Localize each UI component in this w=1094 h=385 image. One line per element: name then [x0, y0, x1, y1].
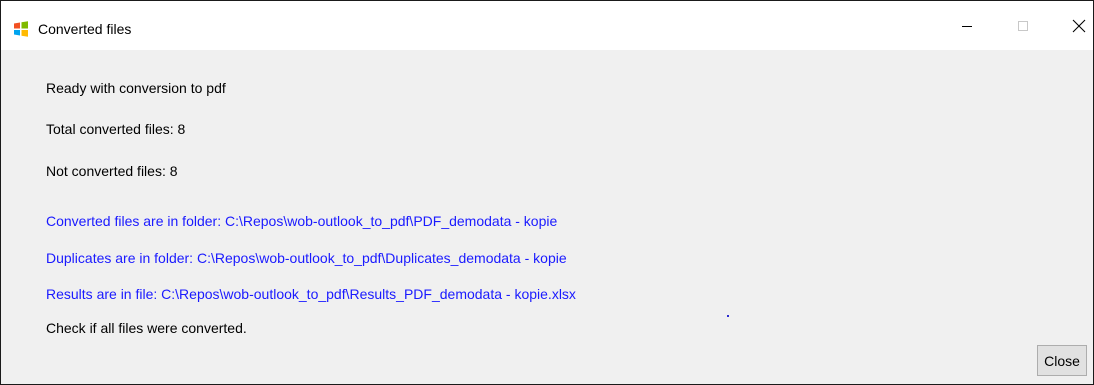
close-window-button[interactable] [1056, 1, 1093, 50]
windows-logo-icon [14, 21, 28, 37]
window-title: Converted files [38, 21, 132, 37]
close-icon [1072, 19, 1086, 32]
results-file-link[interactable]: Results are in file: C:\Repos\wob-outloo… [46, 285, 576, 303]
total-converted-count: Total converted files: 8 [46, 121, 186, 137]
stray-dot [727, 315, 729, 317]
close-button[interactable]: Close [1037, 345, 1087, 376]
status-message: Ready with conversion to pdf [46, 80, 226, 96]
check-message: Check if all files were converted. [46, 320, 247, 336]
not-converted-count: Not converted files: 8 [46, 163, 178, 179]
minimize-icon [962, 25, 972, 27]
minimize-button[interactable] [944, 1, 990, 50]
maximize-icon [1018, 20, 1028, 31]
maximize-button[interactable] [1000, 1, 1046, 50]
converted-files-dialog: Converted files Ready with conversion to… [0, 0, 1094, 385]
converted-folder-link[interactable]: Converted files are in folder: C:\Repos\… [46, 212, 557, 230]
title-bar[interactable]: Converted files [1, 1, 1093, 50]
duplicates-folder-link[interactable]: Duplicates are in folder: C:\Repos\wob-o… [46, 249, 567, 267]
